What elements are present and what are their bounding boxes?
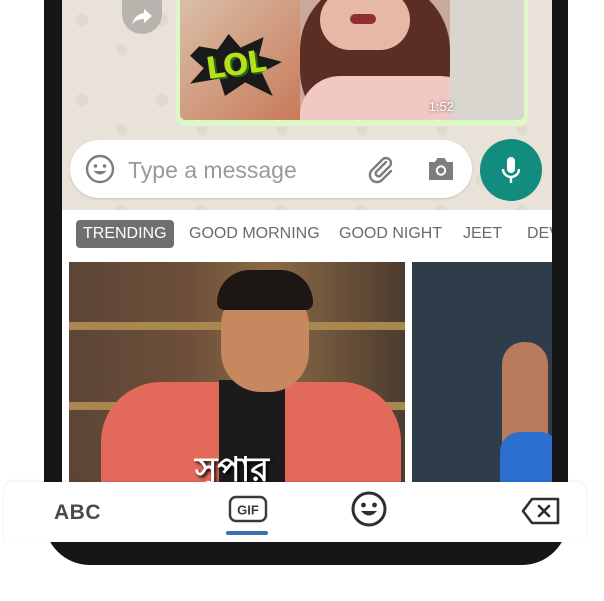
tab-good-night[interactable]: GOOD NIGHT [339, 220, 442, 248]
tab-good-morning[interactable]: GOOD MORNING [189, 220, 320, 248]
camera-icon[interactable] [426, 155, 456, 183]
message-bubble[interactable]: LOL 1:52 [176, 0, 528, 126]
backspace-icon[interactable] [520, 496, 562, 526]
active-tab-indicator [226, 531, 268, 535]
mic-button[interactable] [480, 139, 542, 201]
screen: LOL 1:52 Type a message TRENDING GOOD MO… [62, 0, 552, 520]
tab-dev[interactable]: DEV [527, 220, 552, 248]
message-input[interactable]: Type a message [128, 157, 297, 184]
gif-tab-button[interactable]: GIF [228, 494, 268, 524]
smiley-icon[interactable] [350, 490, 388, 528]
abc-keyboard-button[interactable]: ABC [54, 501, 101, 525]
message-gif[interactable]: LOL 1:52 [180, 0, 524, 120]
message-input-bar[interactable]: Type a message [70, 140, 472, 198]
keyboard-toolbar: ABC GIF [4, 482, 586, 542]
gif-tab-label: GIF [237, 503, 259, 518]
mic-icon [501, 157, 521, 183]
gif-category-bar: TRENDING GOOD MORNING GOOD NIGHT JEET DE… [62, 210, 552, 260]
tab-trending[interactable]: TRENDING [76, 220, 174, 248]
tab-jeet[interactable]: JEET [463, 220, 502, 248]
paperclip-icon[interactable] [366, 154, 396, 184]
forward-icon [132, 9, 152, 25]
message-timestamp: 1:52 [428, 99, 454, 114]
smiley-icon[interactable] [84, 153, 116, 185]
